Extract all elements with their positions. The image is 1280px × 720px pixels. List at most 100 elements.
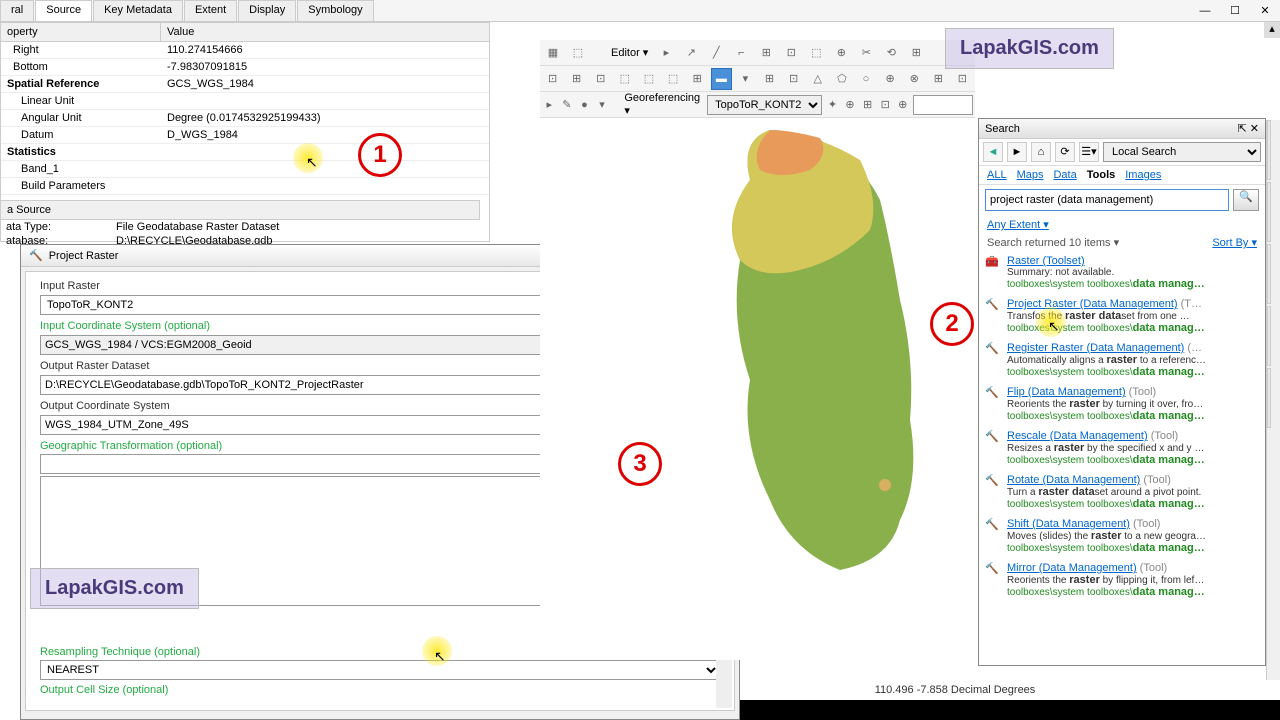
search-result[interactable]: 🔨Project Raster (Data Management) (T…Tra… <box>979 294 1265 338</box>
tool-button[interactable]: ⬠ <box>831 68 852 90</box>
search-result[interactable]: 🔨Register Raster (Data Management) (…Aut… <box>979 338 1265 382</box>
tool-button[interactable]: ⬚ <box>614 68 635 90</box>
tool-button[interactable]: ⬚ <box>663 68 684 90</box>
map-canvas[interactable] <box>540 120 975 660</box>
tool-button[interactable]: ↗ <box>680 42 702 64</box>
options-icon[interactable]: ☰▾ <box>1079 142 1099 162</box>
search-tab-images[interactable]: Images <box>1125 169 1161 181</box>
tool-button[interactable]: ⊞ <box>759 68 780 90</box>
search-scope-select[interactable]: Local Search <box>1103 142 1261 162</box>
home-icon[interactable]: ⌂ <box>1031 142 1051 162</box>
tool-button[interactable]: ⊡ <box>952 68 973 90</box>
tool-button[interactable]: ⊞ <box>905 42 927 64</box>
close-button[interactable]: ✕ <box>1250 0 1280 22</box>
tool-button[interactable]: ╱ <box>705 42 727 64</box>
back-button[interactable]: ◄ <box>983 142 1003 162</box>
tool-button[interactable]: ✦ <box>825 94 840 116</box>
sort-by-menu[interactable]: Sort By ▾ <box>1212 236 1257 249</box>
result-title-link[interactable]: Mirror (Data Management) <box>1007 562 1137 574</box>
editor-menu[interactable]: Editor ▾ <box>607 46 652 59</box>
pin-icon[interactable]: ⇱ <box>1238 123 1247 135</box>
refresh-icon[interactable]: ⟳ <box>1055 142 1075 162</box>
search-tab-all[interactable]: ALL <box>987 169 1007 181</box>
property-row[interactable]: Band_1 <box>1 161 489 178</box>
search-result[interactable]: 🧰Raster (Toolset)Summary: not available.… <box>979 251 1265 294</box>
maximize-button[interactable]: ☐ <box>1220 0 1250 22</box>
search-go-button[interactable]: 🔍 <box>1233 189 1259 211</box>
tool-button-active[interactable]: ▬ <box>711 68 732 90</box>
tool-button[interactable]: ▾ <box>735 68 756 90</box>
tool-button[interactable]: ⊞ <box>687 68 708 90</box>
forward-button[interactable]: ► <box>1007 142 1027 162</box>
tool-button[interactable]: △ <box>807 68 828 90</box>
search-tab-tools[interactable]: Tools <box>1087 169 1116 181</box>
tool-button[interactable]: ⊞ <box>860 94 875 116</box>
tab-source[interactable]: Source <box>35 0 92 21</box>
tool-button[interactable]: ⊡ <box>590 68 611 90</box>
property-row[interactable]: Bottom-7.98307091815 <box>1 59 489 76</box>
tool-button[interactable]: ⌐ <box>730 42 752 64</box>
tool-button[interactable]: ⊕ <box>843 94 858 116</box>
tool-button[interactable]: ⊞ <box>566 68 587 90</box>
result-title-link[interactable]: Project Raster (Data Management) <box>1007 298 1178 310</box>
property-row[interactable]: Build Parameters <box>1 178 489 195</box>
tab-extent[interactable]: Extent <box>184 0 237 21</box>
tab-key-metadata[interactable]: Key Metadata <box>93 0 183 21</box>
search-result[interactable]: 🔨Rotate (Data Management) (Tool)Turn a r… <box>979 470 1265 514</box>
tab-display[interactable]: Display <box>238 0 296 21</box>
result-title-link[interactable]: Shift (Data Management) <box>1007 518 1130 530</box>
tool-button[interactable]: ⊡ <box>780 42 802 64</box>
tool-button[interactable]: ⊡ <box>783 68 804 90</box>
property-row[interactable]: Linear Unit <box>1 93 489 110</box>
search-tab-maps[interactable]: Maps <box>1017 169 1044 181</box>
georef-value-input[interactable] <box>913 95 973 115</box>
search-result[interactable]: 🔨Flip (Data Management) (Tool)Reorients … <box>979 382 1265 426</box>
tool-button[interactable]: ▦ <box>542 42 564 64</box>
tool-button[interactable]: ○ <box>855 68 876 90</box>
tool-button[interactable]: ⬚ <box>638 68 659 90</box>
pen-icon[interactable]: ✎ <box>560 94 575 116</box>
search-tab-data[interactable]: Data <box>1053 169 1076 181</box>
result-title-link[interactable]: Rescale (Data Management) <box>1007 430 1148 442</box>
search-result[interactable]: 🔨Rescale (Data Management) (Tool)Resizes… <box>979 426 1265 470</box>
search-results-list[interactable]: 🧰Raster (Toolset)Summary: not available.… <box>979 251 1265 651</box>
tool-button[interactable]: ⊞ <box>755 42 777 64</box>
result-title-link[interactable]: Register Raster (Data Management) <box>1007 342 1184 354</box>
dock-tab[interactable] <box>1267 368 1271 428</box>
result-title-link[interactable]: Rotate (Data Management) <box>1007 474 1140 486</box>
tool-button[interactable]: ⬚ <box>567 42 589 64</box>
dock-tab[interactable] <box>1267 182 1271 242</box>
tool-button[interactable]: ⊕ <box>830 42 852 64</box>
tab-general[interactable]: ral <box>0 0 34 21</box>
property-row[interactable]: Angular UnitDegree (0.0174532925199433) <box>1 110 489 127</box>
dock-tab[interactable] <box>1267 244 1271 304</box>
tool-button[interactable]: ⊕ <box>880 68 901 90</box>
pointer-icon[interactable]: ▸ <box>542 94 557 116</box>
tool-button[interactable]: ⟲ <box>880 42 902 64</box>
property-row[interactable]: Right110.274154666 <box>1 42 489 59</box>
minimize-button[interactable]: — <box>1190 0 1220 22</box>
result-title-link[interactable]: Flip (Data Management) <box>1007 386 1126 398</box>
tab-symbology[interactable]: Symbology <box>297 0 373 21</box>
tool-button[interactable]: ⊕ <box>895 94 910 116</box>
search-result[interactable]: 🔨Shift (Data Management) (Tool)Moves (sl… <box>979 514 1265 558</box>
search-input[interactable] <box>985 189 1229 211</box>
results-count[interactable]: Search returned 10 items ▾ <box>987 236 1119 249</box>
georef-layer-select[interactable]: TopoToR_KONT2 <box>707 95 822 115</box>
tool-button[interactable]: ✂ <box>855 42 877 64</box>
dock-tab[interactable] <box>1267 306 1271 366</box>
tool-button[interactable]: ⊗ <box>904 68 925 90</box>
tool-button[interactable]: ⊡ <box>542 68 563 90</box>
search-result[interactable]: 🔨Mirror (Data Management) (Tool)Reorient… <box>979 558 1265 602</box>
scroll-up-button[interactable]: ▴ <box>1264 22 1280 38</box>
dropdown-icon[interactable]: ▾ <box>595 94 610 116</box>
dot-icon[interactable]: ● <box>577 94 592 116</box>
georeferencing-menu[interactable]: Georeferencing ▾ <box>620 92 704 117</box>
tool-button[interactable]: ⊡ <box>878 94 893 116</box>
dock-tab[interactable] <box>1267 120 1271 180</box>
tool-button[interactable]: ⬚ <box>805 42 827 64</box>
pointer-icon[interactable]: ▸ <box>655 42 677 64</box>
close-search-button[interactable]: ✕ <box>1250 123 1259 135</box>
extent-filter[interactable]: Any Extent ▾ <box>987 218 1049 231</box>
result-title-link[interactable]: Raster (Toolset) <box>1007 255 1085 267</box>
